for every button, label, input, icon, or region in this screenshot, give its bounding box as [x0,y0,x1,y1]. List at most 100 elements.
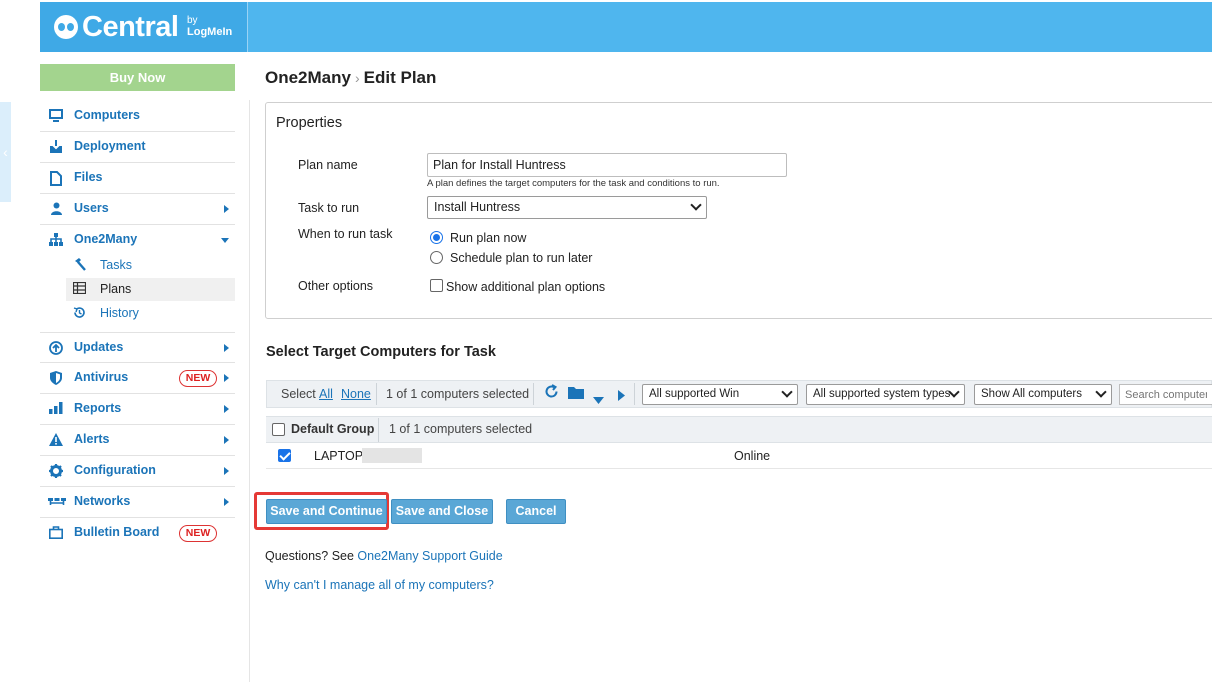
computer-checkbox[interactable] [278,449,291,462]
show-computers-filter-select[interactable]: Show All computers [974,384,1112,405]
user-icon [48,202,64,218]
toolbar-separator [533,383,534,405]
download-icon [48,140,64,156]
plan-name-input[interactable] [427,153,787,177]
when-to-run-label: When to run task [298,227,393,241]
central-logo-icon [54,15,78,39]
sidebar-subitem-tasks[interactable]: Tasks [66,254,235,277]
sidebar-item-label: Alerts [74,432,110,446]
chevron-right-icon [224,498,229,506]
sidebar-item-updates[interactable]: Updates [40,332,235,363]
sidebar-item-one2many[interactable]: One2Many [40,225,235,256]
run-now-label[interactable]: Run plan now [450,231,526,245]
sidebar-item-antivirus[interactable]: Antivirus NEW [40,363,235,394]
toolbar-separator [376,383,377,405]
save-and-close-button[interactable]: Save and Close [391,499,493,524]
sidebar-subitem-history[interactable]: History [66,302,235,325]
sidebar-subitem-plans[interactable]: Plans [66,278,235,301]
warning-icon [48,433,64,449]
network-icon [48,495,66,511]
sidebar-item-label: Networks [74,494,131,508]
show-computers-filter-value: Show All computers [981,388,1082,400]
manage-computers-link[interactable]: Why can't I manage all of my computers? [265,578,494,592]
schedule-later-radio[interactable] [430,251,443,264]
show-additional-options-checkbox[interactable] [430,279,443,292]
arrow-up-circle-icon [48,341,64,357]
logo[interactable]: Central by LogMeIn [40,2,248,52]
breadcrumb-separator: › [354,70,360,86]
cancel-button[interactable]: Cancel [506,499,566,524]
folder-icon[interactable] [568,386,584,403]
save-and-continue-button[interactable]: Save and Continue [266,499,387,524]
sidebar-subitem-label: Plans [100,282,132,296]
sidebar-item-label: Configuration [74,463,156,477]
chevron-right-icon [224,405,229,413]
group-selected-count: 1 of 1 computers selected [389,422,533,436]
system-type-filter-value: All supported system types [813,388,951,400]
caret-right-icon[interactable] [618,388,625,405]
redacted-region [362,448,422,463]
sidebar-item-label: Reports [74,401,122,415]
sidebar-item-deployment[interactable]: Deployment [40,132,235,163]
task-to-run-value: Install Huntress [434,200,521,214]
sidebar-item-files[interactable]: Files [40,163,235,194]
chevron-down-icon [781,386,793,398]
os-filter-select[interactable]: All supported Win [642,384,798,405]
chevron-down-icon [690,199,702,211]
caret-down-icon[interactable] [593,391,604,408]
sitemap-icon [48,233,64,249]
search-computers-input[interactable] [1119,384,1212,405]
properties-title: Properties [276,115,343,131]
toolbar-separator [634,383,635,405]
history-icon [72,306,86,320]
run-now-radio[interactable] [430,231,443,244]
top-bar: Central by LogMeIn [40,2,1212,52]
system-type-filter-select[interactable]: All supported system types [806,384,965,405]
sidebar-item-reports[interactable]: Reports [40,394,235,425]
sidebar-item-computers[interactable]: Computers [40,101,235,132]
logo-text: Central [82,11,179,43]
default-group-checkbox[interactable] [272,423,285,436]
properties-panel [265,102,1212,319]
monitor-icon [48,109,64,125]
chevron-right-icon [224,344,229,352]
shield-icon [48,371,64,387]
sidebar-divider [249,100,250,682]
chevron-right-icon [224,467,229,475]
task-to-run-select[interactable]: Install Huntress [427,196,707,219]
chevron-down-icon [221,238,229,243]
select-none-link[interactable]: None [341,387,371,401]
show-additional-options-label[interactable]: Show additional plan options [446,280,605,294]
toolbar-selected-count: 1 of 1 computers selected [386,387,530,401]
bar-chart-icon [48,402,64,418]
task-to-run-label: Task to run [298,201,360,215]
buy-now-button[interactable]: Buy Now [40,64,235,91]
logo-by: by [187,15,198,26]
support-guide-link[interactable]: One2Many Support Guide [357,549,502,563]
sidebar-item-label: Computers [74,108,140,122]
chevron-left-icon: ‹ [3,144,8,160]
breadcrumb-parent[interactable]: One2Many [265,68,351,87]
refresh-icon[interactable] [544,384,559,403]
sidebar-item-label: Updates [74,340,124,354]
sidebar-item-configuration[interactable]: Configuration [40,456,235,487]
questions-text: Questions? See One2Many Support Guide [265,549,503,563]
sidebar-subitem-label: History [100,306,139,320]
sidebar-item-alerts[interactable]: Alerts [40,425,235,456]
plan-name-label: Plan name [298,158,358,172]
schedule-later-label[interactable]: Schedule plan to run later [450,251,592,265]
hammer-icon [72,258,86,272]
group-name[interactable]: Default Group [291,422,374,436]
sidebar-item-label: Users [74,201,109,215]
select-label: Select [281,387,316,401]
select-all-link[interactable]: All [319,387,333,401]
other-options-label: Other options [298,279,374,293]
sidebar-item-users[interactable]: Users [40,194,235,225]
page-title: Edit Plan [363,68,437,87]
sidebar-item-label: Deployment [74,139,146,153]
sidebar-item-networks[interactable]: Networks [40,487,235,518]
sidebar-item-bulletin-board[interactable]: Bulletin Board NEW [40,518,235,549]
chevron-right-icon [224,374,229,382]
sidebar-collapse-tab[interactable]: ‹ [0,102,11,202]
new-badge: NEW [179,370,217,387]
